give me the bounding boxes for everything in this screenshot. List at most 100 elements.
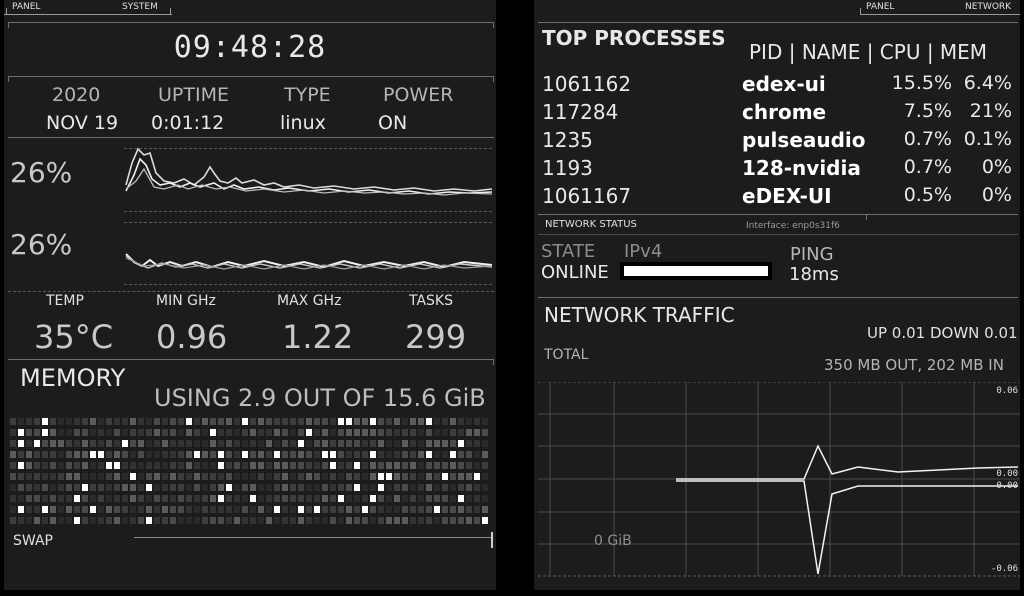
memory-cell — [10, 506, 16, 513]
memory-cell — [386, 429, 392, 436]
memory-cell — [330, 506, 336, 513]
memory-cell — [178, 462, 184, 469]
memory-cell — [194, 462, 200, 469]
memory-cell — [226, 451, 232, 458]
memory-cell — [458, 440, 464, 447]
memory-cell — [330, 473, 336, 480]
memory-cell — [306, 429, 312, 436]
memory-cell — [474, 418, 480, 425]
memory-cell — [386, 517, 392, 524]
memory-cell — [362, 451, 368, 458]
memory-cell — [50, 495, 56, 502]
memory-cell — [42, 484, 48, 491]
memory-cell — [58, 495, 64, 502]
network-panel: PANEL NETWORK TOP PROCESSES PID | NAME |… — [534, 0, 1020, 590]
memory-cell — [114, 451, 120, 458]
memory-cell — [434, 462, 440, 469]
memory-cell — [218, 418, 224, 425]
process-cpu: 0.5% — [903, 184, 952, 206]
memory-cell — [26, 517, 32, 524]
type-value: linux — [280, 112, 326, 134]
memory-cell — [138, 451, 144, 458]
memory-cell — [138, 484, 144, 491]
memory-cell — [66, 418, 72, 425]
traffic-total: 350 MB OUT, 202 MB IN — [824, 356, 1004, 374]
memory-cell — [306, 440, 312, 447]
memory-cell — [362, 462, 368, 469]
uptime-value: 0:01:12 — [151, 112, 225, 134]
memory-cell — [154, 462, 160, 469]
memory-cell — [234, 451, 240, 458]
memory-cell — [146, 484, 152, 491]
memory-cell — [346, 451, 352, 458]
memory-cell — [58, 418, 64, 425]
memory-cell — [90, 462, 96, 469]
memory-cell — [330, 517, 336, 524]
memory-cell — [338, 473, 344, 480]
memory-cell — [338, 495, 344, 502]
memory-cell — [482, 462, 488, 469]
memory-cell — [250, 473, 256, 480]
memory-cell — [18, 429, 24, 436]
memory-cell — [202, 418, 208, 425]
memory-cell — [442, 451, 448, 458]
memory-cell — [346, 517, 352, 524]
memory-cell — [226, 517, 232, 524]
memory-cell — [186, 506, 192, 513]
memory-cell — [402, 495, 408, 502]
memory-cell — [226, 506, 232, 513]
memory-cell — [346, 495, 352, 502]
memory-cell — [250, 517, 256, 524]
memory-cell — [394, 473, 400, 480]
memory-cell — [218, 429, 224, 436]
memory-cell — [42, 462, 48, 469]
memory-cell — [338, 484, 344, 491]
memory-cell — [274, 462, 280, 469]
temp-label: TEMP — [46, 293, 84, 309]
memory-cell — [194, 473, 200, 480]
memory-cell — [210, 517, 216, 524]
memory-cell — [338, 517, 344, 524]
memory-cell — [242, 517, 248, 524]
memory-cell — [162, 495, 168, 502]
memory-cell — [266, 517, 272, 524]
memory-cell — [58, 506, 64, 513]
memory-cell — [114, 429, 120, 436]
memory-cell — [426, 429, 432, 436]
memory-cell — [186, 473, 192, 480]
memory-cell — [98, 473, 104, 480]
memory-cell — [10, 473, 16, 480]
memory-cell — [202, 517, 208, 524]
edex-ui-screen: PANEL SYSTEM 09:48:28 2020 NOV 19 UPTIME… — [0, 0, 1024, 596]
memory-cell — [98, 451, 104, 458]
memory-cell — [138, 495, 144, 502]
memory-cell — [18, 484, 24, 491]
memory-cell — [58, 484, 64, 491]
memory-cell — [458, 506, 464, 513]
memory-cell — [410, 506, 416, 513]
memory-cell — [106, 517, 112, 524]
memory-cell — [178, 506, 184, 513]
memory-cell — [74, 462, 80, 469]
memory-cell — [314, 429, 320, 436]
memory-cell — [266, 484, 272, 491]
memory-cell — [250, 440, 256, 447]
memory-cell — [346, 418, 352, 425]
memory-cell — [146, 440, 152, 447]
memory-cell — [450, 418, 456, 425]
memory-cell — [474, 506, 480, 513]
memory-cell — [234, 429, 240, 436]
memory-cell — [306, 451, 312, 458]
memory-cell — [378, 451, 384, 458]
memory-cell — [418, 484, 424, 491]
memory-cell — [90, 517, 96, 524]
memory-cell — [274, 484, 280, 491]
memory-cell — [242, 429, 248, 436]
memory-cell — [154, 495, 160, 502]
memory-cell — [178, 429, 184, 436]
memory-cell — [378, 506, 384, 513]
memory-cell — [138, 429, 144, 436]
memory-cell — [210, 440, 216, 447]
system-panel: PANEL SYSTEM 09:48:28 2020 NOV 19 UPTIME… — [4, 0, 496, 590]
memory-cell — [58, 451, 64, 458]
